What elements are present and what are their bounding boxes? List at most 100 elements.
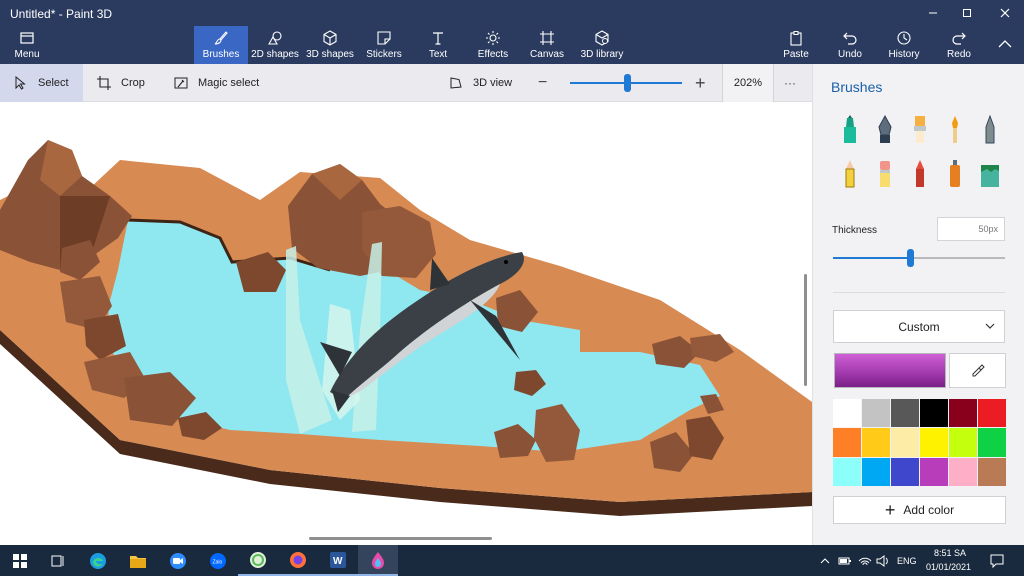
color-swatch[interactable] [862, 399, 890, 428]
3d-view-toggle[interactable]: 3D view [449, 64, 519, 102]
panel-title: Brushes [831, 79, 883, 95]
crop-tool[interactable]: Crop [97, 64, 157, 102]
crayon-icon[interactable] [909, 159, 931, 189]
word-icon: W [330, 551, 346, 568]
svg-text:W: W [333, 556, 343, 567]
taskbar-zoom[interactable] [158, 545, 198, 576]
menu-button[interactable]: Menu [6, 26, 48, 64]
color-swatch[interactable] [949, 428, 977, 457]
more-options-button[interactable]: ··· [784, 64, 804, 102]
brushes-panel: Brushes Thickness 50px Custom + Add colo… [812, 64, 1024, 545]
color-swatch[interactable] [949, 457, 977, 486]
taskbar: Zalo W ENG 8:51 SA 01/01/2021 [0, 545, 1024, 576]
start-button[interactable] [0, 545, 40, 576]
zoom-out-button[interactable]: − [538, 64, 556, 102]
tab-label: Text [428, 49, 448, 60]
maximize-button[interactable] [948, 0, 986, 26]
paint-3d-icon [372, 551, 384, 569]
tab-label: Canvas [530, 49, 564, 60]
maximize-icon [963, 9, 971, 17]
color-swatch[interactable] [862, 457, 890, 486]
brush-icon [214, 31, 228, 45]
color-swatch[interactable] [833, 428, 861, 457]
taskbar-edge[interactable] [78, 545, 118, 576]
taskbar-picture-editor[interactable] [238, 545, 278, 576]
tab-label: Effects [477, 49, 509, 60]
battery-icon[interactable] [838, 555, 852, 567]
taskbar-zalo[interactable]: Zalo [198, 545, 238, 576]
color-swatch[interactable] [978, 457, 1006, 486]
taskbar-paint-3d[interactable] [358, 545, 398, 576]
color-swatch[interactable] [833, 399, 861, 428]
drawing-canvas[interactable] [0, 102, 812, 545]
zoom-in-button[interactable]: + [695, 64, 713, 102]
tab-label: 3D library [580, 49, 624, 60]
redo-button[interactable]: Redo [944, 26, 974, 64]
pixel-pen-icon[interactable] [979, 115, 1001, 145]
tab-3d-library[interactable]: 3D library [580, 26, 624, 64]
sun-icon [486, 31, 500, 45]
eyedropper-button[interactable] [949, 353, 1006, 388]
tab-canvas[interactable]: Canvas [528, 26, 566, 64]
magic-select-tool[interactable]: Magic select [174, 64, 274, 102]
color-swatch[interactable] [891, 428, 919, 457]
tab-label: Stickers [366, 49, 402, 60]
minimize-button[interactable] [914, 0, 952, 26]
eraser-icon[interactable] [874, 159, 896, 189]
taskbar-word[interactable]: W [318, 545, 358, 576]
fill-bucket-icon[interactable] [979, 159, 1001, 189]
current-color-swatch[interactable] [834, 353, 946, 388]
horizontal-scrollbar[interactable] [309, 537, 492, 540]
tab-3d-shapes[interactable]: 3D shapes [304, 26, 356, 64]
zoom-percentage[interactable]: 202% [722, 64, 774, 102]
collapse-ribbon-button[interactable] [994, 26, 1016, 64]
color-swatch[interactable] [891, 399, 919, 428]
pencil-icon[interactable] [839, 159, 861, 189]
color-swatch[interactable] [920, 399, 948, 428]
3d-scene[interactable] [0, 102, 812, 545]
language-indicator[interactable]: ENG [897, 556, 917, 566]
clock-date[interactable]: 01/01/2021 [926, 562, 971, 572]
thickness-slider-thumb[interactable] [906, 249, 914, 267]
thickness-input[interactable]: 50px [937, 217, 1005, 241]
calligraphy-pen-icon[interactable] [874, 115, 896, 145]
oil-brush-icon[interactable] [909, 115, 931, 145]
color-swatch[interactable] [978, 399, 1006, 428]
zoom-slider-thumb[interactable] [624, 74, 631, 92]
color-swatch[interactable] [891, 457, 919, 486]
color-swatch[interactable] [920, 457, 948, 486]
color-swatch[interactable] [978, 428, 1006, 457]
finish-dropdown[interactable]: Custom [833, 310, 1005, 343]
tab-text[interactable]: Text [420, 26, 456, 64]
undo-icon [843, 32, 857, 45]
watercolor-brush-icon[interactable] [944, 115, 966, 145]
tab-2d-shapes[interactable]: 2D shapes [250, 26, 300, 64]
network-icon[interactable] [858, 555, 872, 567]
tab-brushes[interactable]: Brushes [194, 26, 248, 64]
select-tool[interactable]: Select [0, 64, 83, 102]
color-swatch[interactable] [833, 457, 861, 486]
vertical-scrollbar[interactable] [804, 274, 807, 386]
undo-button[interactable]: Undo [834, 26, 866, 64]
history-button[interactable]: History [884, 26, 924, 64]
taskbar-firefox[interactable] [278, 545, 318, 576]
close-button[interactable] [986, 0, 1024, 26]
color-swatch[interactable] [920, 428, 948, 457]
paste-button[interactable]: Paste [780, 26, 812, 64]
spray-can-icon[interactable] [944, 159, 966, 189]
volume-icon[interactable] [876, 555, 890, 567]
magic-select-icon [174, 77, 188, 89]
taskbar-file-explorer[interactable] [118, 545, 158, 576]
chevron-up-icon[interactable] [820, 556, 830, 566]
color-swatch[interactable] [949, 399, 977, 428]
tab-effects[interactable]: Effects [474, 26, 512, 64]
paste-label: Paste [783, 49, 809, 60]
task-view-button[interactable] [38, 545, 78, 576]
notifications-icon[interactable] [990, 554, 1004, 568]
clock-time[interactable]: 8:51 SA [934, 548, 966, 558]
tab-stickers[interactable]: Stickers [362, 26, 406, 64]
color-swatch[interactable] [862, 428, 890, 457]
marker-brush-icon[interactable] [839, 115, 861, 145]
add-color-button[interactable]: + Add color [833, 496, 1006, 524]
edge-icon [90, 552, 106, 569]
